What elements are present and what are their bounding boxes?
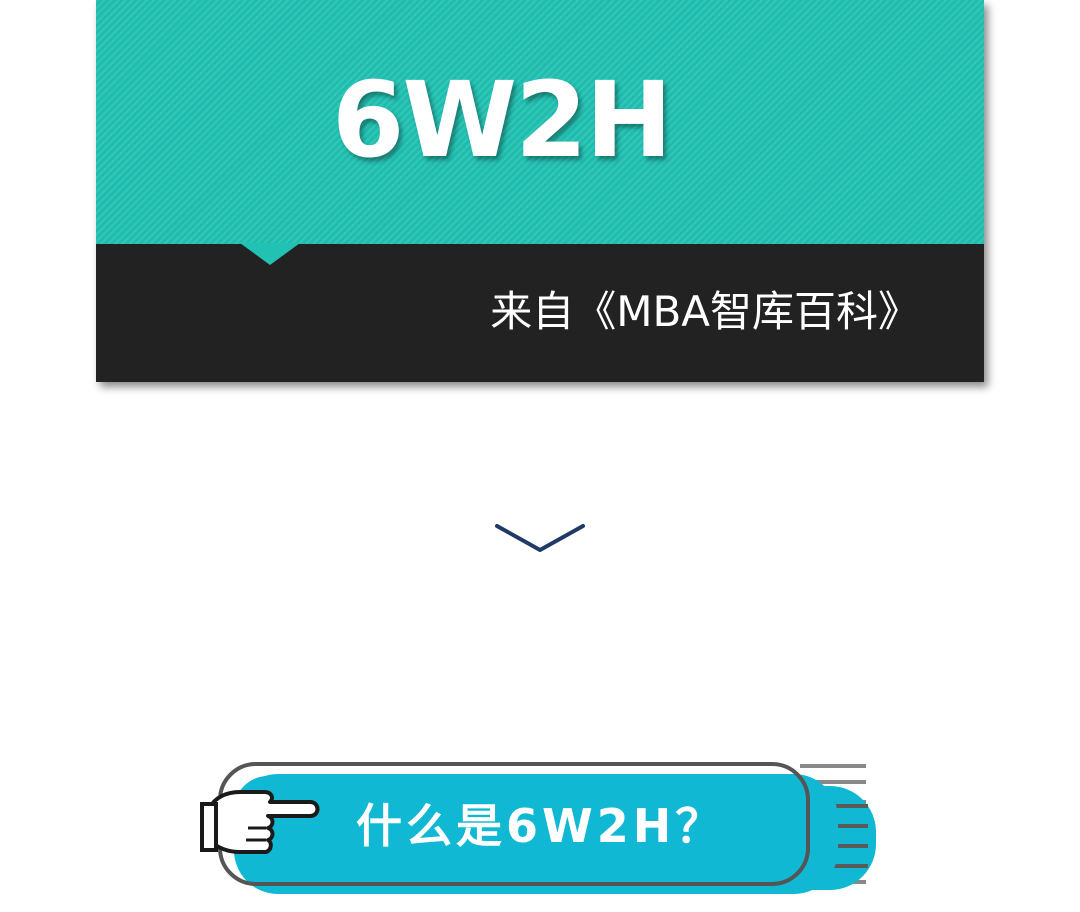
chevron-down-icon	[495, 524, 585, 552]
section-banner: 什么是6W2H？	[200, 758, 880, 898]
pointing-hand-icon	[200, 790, 320, 854]
hero-source-text: 来自《MBA智库百科》	[490, 287, 920, 336]
hero-card: 6W2H 来自《MBA智库百科》	[96, 0, 984, 382]
hero-notch	[240, 243, 300, 265]
banner-label: 什么是6W2H？	[356, 799, 726, 853]
page: 6W2H 来自《MBA智库百科》 什么是6W2H？	[0, 0, 1080, 912]
hero-title: 6W2H	[332, 59, 672, 181]
